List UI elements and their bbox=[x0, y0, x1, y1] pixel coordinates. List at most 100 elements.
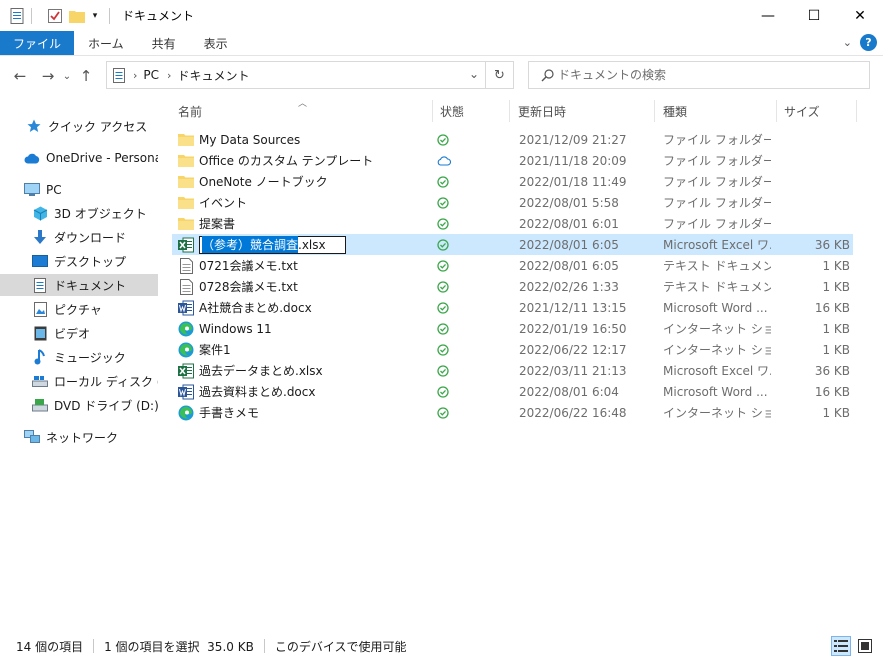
app-document-icon[interactable] bbox=[9, 7, 25, 24]
tab-home[interactable]: ホーム bbox=[74, 31, 138, 55]
column-divider[interactable] bbox=[432, 100, 433, 122]
file-row[interactable]: 過去データまとめ.xlsx 2022/03/11 21:13 Microsoft E… bbox=[172, 360, 853, 381]
file-name-cell[interactable]: OneNote ノートブック bbox=[178, 171, 428, 192]
search-box[interactable] bbox=[528, 61, 870, 89]
file-name-text: 0721会議メモ.txt bbox=[199, 259, 298, 273]
file-name-cell[interactable]: 0721会議メモ.txt bbox=[178, 255, 428, 276]
file-row[interactable]: イベント 2022/08/01 5:58 ファイル フォルダー bbox=[172, 192, 853, 213]
file-date-cell: 2022/01/19 16:50 bbox=[519, 321, 627, 336]
refresh-icon[interactable]: ↻ bbox=[485, 62, 513, 88]
file-name-cell[interactable]: 過去データまとめ.xlsx bbox=[178, 360, 428, 381]
new-folder-icon[interactable] bbox=[69, 8, 85, 24]
sidebar-item-onedrive[interactable]: OneDrive - Personal bbox=[0, 147, 158, 169]
sidebar-item-music[interactable]: ミュージック bbox=[0, 346, 158, 368]
file-name-text: OneNote ノートブック bbox=[199, 175, 328, 189]
breadcrumb-documents[interactable]: ドキュメント bbox=[177, 67, 249, 84]
file-name-text: 0728会議メモ.txt bbox=[199, 280, 298, 294]
column-divider[interactable] bbox=[776, 100, 777, 122]
file-row[interactable]: OneNote ノートブック 2022/01/18 11:49 ファイル フォルダー bbox=[172, 171, 853, 192]
file-name-cell[interactable]: Windows 11 bbox=[178, 318, 428, 339]
file-type-cell: Microsoft Word ... bbox=[663, 300, 768, 315]
file-name-cell[interactable]: My Data Sources bbox=[178, 129, 428, 150]
tab-share[interactable]: 共有 bbox=[138, 31, 190, 55]
file-name-cell[interactable]: （参考）競合調査 .xlsx bbox=[178, 234, 428, 255]
file-row[interactable]: 過去資料まとめ.docx 2022/08/01 6:04 Microsoft Wor… bbox=[172, 381, 853, 402]
tab-file[interactable]: ファイル bbox=[0, 31, 75, 55]
breadcrumb-separator-icon: › bbox=[167, 68, 172, 82]
large-icons-view-icon[interactable] bbox=[855, 636, 875, 656]
sidebar-item-downloads[interactable]: ダウンロード bbox=[0, 226, 158, 248]
file-row[interactable]: A社競合まとめ.docx 2021/12/11 13:15 Microsoft Wo… bbox=[172, 297, 853, 318]
sidebar-item-pictures[interactable]: ピクチャ bbox=[0, 298, 158, 320]
file-row[interactable]: （参考）競合調査 .xlsx 2022/08/01 6:05 Microsoft Ex… bbox=[172, 234, 853, 255]
file-row[interactable]: 案件1 2022/06/22 12:17 インターネット ショート... 1 KB bbox=[172, 339, 853, 360]
file-name-cell[interactable]: Office のカスタム テンプレート bbox=[178, 150, 428, 171]
details-view-icon[interactable] bbox=[831, 636, 851, 656]
file-name-cell[interactable]: 過去資料まとめ.docx bbox=[178, 381, 428, 402]
expand-ribbon-chevron-icon[interactable]: ⌄ bbox=[843, 36, 852, 49]
sidebar-item-desktop[interactable]: デスクトップ bbox=[0, 250, 158, 272]
file-type-cell: インターネット ショート... bbox=[663, 406, 771, 420]
synced-check-icon bbox=[437, 213, 457, 234]
column-divider[interactable] bbox=[856, 100, 857, 122]
column-header-name[interactable]: 名前 bbox=[178, 96, 202, 126]
breadcrumb-separator-icon: › bbox=[133, 68, 138, 82]
availability-status: このデバイスで使用可能 bbox=[274, 639, 407, 654]
address-bar[interactable]: › PC › ドキュメント ⌄ ↻ bbox=[106, 61, 514, 89]
column-header-size[interactable]: サイズ bbox=[784, 96, 820, 126]
forward-arrow-icon[interactable]: → bbox=[36, 64, 60, 88]
file-row[interactable]: Office のカスタム テンプレート 2021/11/18 20:09 ファイル … bbox=[172, 150, 853, 171]
tab-view[interactable]: 表示 bbox=[190, 31, 242, 55]
file-row[interactable]: My Data Sources 2021/12/09 21:27 ファイル フォルダ… bbox=[172, 129, 853, 150]
file-size-cell bbox=[782, 150, 850, 171]
sidebar-item-pc[interactable]: PC bbox=[0, 179, 158, 201]
search-input[interactable] bbox=[558, 68, 858, 82]
sidebar-item-videos[interactable]: ビデオ bbox=[0, 322, 158, 344]
window-title: ドキュメント bbox=[122, 9, 195, 23]
sidebar-item-quick-access[interactable]: クイック アクセス bbox=[0, 115, 158, 137]
file-name-cell[interactable]: 案件1 bbox=[178, 339, 428, 360]
sidebar-item-dvd-drive[interactable]: DVD ドライブ (D:) ESD bbox=[0, 394, 158, 416]
file-name-cell[interactable]: 手書きメモ bbox=[178, 402, 428, 423]
column-header-type[interactable]: 種類 bbox=[663, 96, 687, 126]
file-row[interactable]: 手書きメモ 2022/06/22 16:48 インターネット ショート... 1 KB bbox=[172, 402, 853, 423]
file-name-cell[interactable]: A社競合まとめ.docx bbox=[178, 297, 428, 318]
edge-icon bbox=[178, 405, 194, 421]
file-size-cell: 1 KB bbox=[822, 258, 850, 273]
sidebar-item-network[interactable]: ネットワーク bbox=[0, 426, 158, 448]
file-size-cell: 16 KB bbox=[814, 300, 850, 315]
file-date-cell: 2022/06/22 12:17 bbox=[519, 342, 627, 357]
address-dropdown-chevron-icon[interactable]: ⌄ bbox=[469, 67, 479, 81]
column-header-status[interactable]: 状態 bbox=[440, 96, 464, 126]
maximize-button[interactable]: ☐ bbox=[791, 0, 837, 31]
file-size-cell: 1 KB bbox=[822, 321, 850, 336]
minimize-button[interactable]: — bbox=[745, 0, 791, 31]
help-icon[interactable]: ? bbox=[860, 34, 877, 51]
status-bar: 14 個の項目 1 個の項目を選択 35.0 KB このデバイスで使用可能 bbox=[0, 634, 883, 658]
file-name-cell[interactable]: イベント bbox=[178, 192, 428, 213]
file-size-cell: 36 KB bbox=[814, 237, 850, 252]
sidebar-item-documents[interactable]: ドキュメント bbox=[0, 274, 158, 296]
synced-check-icon bbox=[437, 255, 457, 276]
dvd-icon bbox=[32, 397, 48, 413]
recent-locations-chevron-icon[interactable]: ⌄ bbox=[60, 64, 74, 88]
file-row[interactable]: Windows 11 2022/01/19 16:50 インターネット ショート..… bbox=[172, 318, 853, 339]
file-row[interactable]: 0721会議メモ.txt 2022/08/01 6:05 テキスト ドキュメント 1 … bbox=[172, 255, 853, 276]
file-name-cell[interactable]: 提案書 bbox=[178, 213, 428, 234]
customize-quick-access-icon[interactable]: ▾ bbox=[87, 8, 103, 24]
file-row[interactable]: 0728会議メモ.txt 2022/02/26 1:33 テキスト ドキュメント 1 … bbox=[172, 276, 853, 297]
column-divider[interactable] bbox=[509, 100, 510, 122]
file-row[interactable]: 提案書 2022/08/01 6:01 ファイル フォルダー bbox=[172, 213, 853, 234]
file-name-cell[interactable]: 0728会議メモ.txt bbox=[178, 276, 428, 297]
properties-check-icon[interactable] bbox=[47, 8, 63, 24]
close-button[interactable]: ✕ bbox=[837, 0, 883, 31]
sidebar-item-local-disk[interactable]: ローカル ディスク (C:) bbox=[0, 370, 158, 392]
edge-icon bbox=[178, 342, 194, 358]
up-arrow-icon[interactable]: ↑ bbox=[74, 64, 98, 88]
breadcrumb-pc[interactable]: PC bbox=[143, 68, 159, 82]
column-header-date[interactable]: 更新日時 bbox=[518, 96, 566, 126]
sidebar-item-3d-objects[interactable]: 3D オブジェクト bbox=[0, 202, 158, 224]
rename-input[interactable]: （参考）競合調査 .xlsx bbox=[199, 235, 346, 254]
column-divider[interactable] bbox=[654, 100, 655, 122]
back-arrow-icon[interactable]: ← bbox=[8, 64, 32, 88]
